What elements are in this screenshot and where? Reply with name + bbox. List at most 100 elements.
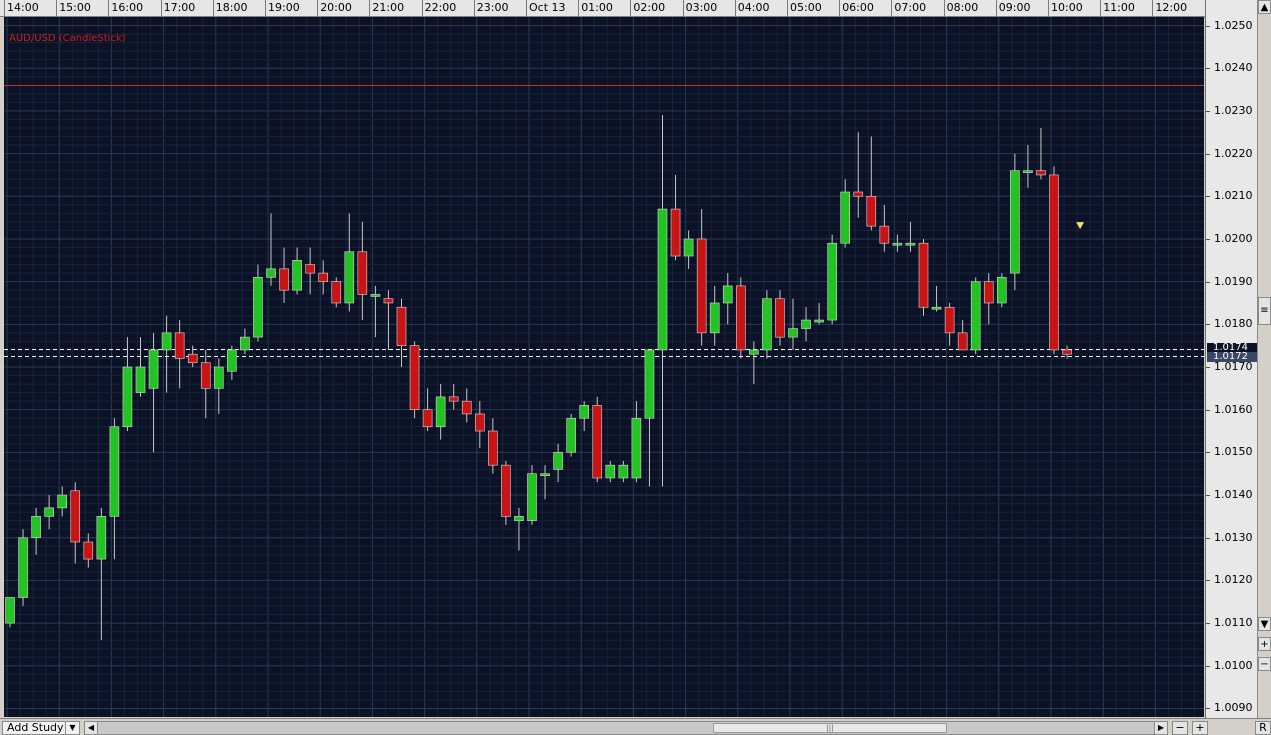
candle-up	[657, 208, 668, 351]
price-label: 1.0150	[1214, 445, 1253, 458]
zoom-out-button[interactable]: −	[1172, 721, 1188, 735]
candle-up	[814, 319, 824, 323]
price-tick	[1206, 666, 1210, 667]
time-tick	[891, 0, 893, 16]
price-tick	[1206, 495, 1210, 496]
scroll-left-button[interactable]: ◀	[84, 721, 98, 735]
price-tick	[1206, 239, 1210, 240]
price-tick	[1206, 26, 1210, 27]
candle-up	[788, 328, 798, 338]
time-label: 23:00	[476, 1, 509, 14]
candle-down	[735, 285, 746, 351]
price-label: 1.0160	[1214, 403, 1253, 416]
price-tick	[1206, 623, 1210, 624]
time-label: 10:00	[1051, 1, 1083, 14]
candle-up	[762, 298, 772, 351]
price-scroll-up-button[interactable]: ▲	[1258, 0, 1271, 14]
time-label: Oct 13	[529, 1, 566, 14]
candle-down	[670, 208, 681, 257]
time-tick	[1100, 0, 1102, 16]
price-label: 1.0180	[1214, 317, 1253, 330]
candle-up	[161, 332, 172, 351]
candle-up	[5, 597, 15, 624]
candle-up	[540, 473, 550, 477]
reset-button[interactable]: R	[1255, 721, 1271, 735]
candlestick-chart[interactable]	[4, 17, 1204, 717]
price-tick	[1206, 154, 1210, 155]
chart-plot-area[interactable]: AUD/USD (CandleStick)	[4, 17, 1204, 717]
candle-up	[292, 259, 302, 291]
time-label: 04:00	[737, 1, 770, 14]
candle-down	[1036, 170, 1046, 176]
time-label: 08:00	[946, 1, 979, 14]
add-study-dropdown[interactable]: Add Study ▼	[2, 721, 80, 735]
time-tick	[56, 0, 58, 16]
price-tick	[1206, 324, 1210, 325]
candle-up	[253, 277, 263, 338]
candle-down	[853, 191, 864, 197]
price-zoom-in-button[interactable]: +	[1258, 637, 1271, 651]
time-label: 18:00	[215, 1, 248, 14]
candle-up	[109, 426, 120, 517]
candle-up	[905, 242, 916, 246]
candle-down	[474, 413, 485, 432]
time-label: 06:00	[842, 1, 874, 14]
time-label: 02:00	[633, 1, 666, 14]
candle-down	[918, 242, 929, 308]
time-tick	[160, 0, 162, 16]
time-tick	[108, 0, 110, 16]
candle-up	[31, 516, 41, 539]
candle-up	[840, 191, 851, 244]
price-scroll-down-button[interactable]: ▼	[1258, 617, 1271, 631]
dropdown-arrow-icon[interactable]: ▼	[65, 722, 79, 734]
price-axis[interactable]: 1.0250 1.0240 1.0230 1.0220 1.0210 1.0200 1.01…	[1205, 0, 1258, 718]
time-scroll-thumb[interactable]: |||	[713, 723, 947, 733]
arrow-down-icon: ▼	[1260, 619, 1269, 630]
candle-up	[514, 516, 524, 521]
candle-up	[996, 277, 1007, 304]
price-label: 1.0140	[1214, 488, 1253, 501]
price-label: 1.0100	[1214, 659, 1253, 672]
candle-up	[749, 349, 759, 355]
candle-up	[722, 285, 733, 304]
candle-up	[683, 238, 694, 257]
candle-up	[214, 366, 224, 389]
time-tick	[265, 0, 266, 16]
price-label: 1.0190	[1214, 275, 1253, 288]
candle-down	[422, 409, 433, 428]
price-tick	[1206, 538, 1210, 539]
price-tick	[1206, 282, 1210, 283]
candle-down	[696, 238, 707, 334]
candle-down	[1062, 349, 1072, 355]
time-tick	[682, 0, 684, 16]
candle-down	[501, 464, 511, 517]
candle-up	[344, 251, 355, 304]
time-tick	[839, 0, 841, 16]
time-scrollbar[interactable]: ◀ ||| ▶	[84, 721, 1168, 735]
candle-up	[579, 405, 590, 419]
time-tick	[473, 0, 475, 16]
price-label: 1.0120	[1214, 573, 1253, 586]
scroll-right-button[interactable]: ▶	[1154, 721, 1168, 735]
zoom-in-button[interactable]: +	[1192, 721, 1208, 735]
time-tick	[630, 0, 632, 16]
time-tick	[943, 0, 945, 16]
bottom-toolbar: Add Study ▼ ◀ ||| ▶ − + R	[0, 718, 1271, 735]
price-scroll-thumb[interactable]: ≡	[1258, 297, 1271, 325]
candle-up	[970, 281, 981, 351]
candle-up	[644, 349, 655, 419]
time-label: 15:00	[59, 1, 91, 14]
time-label: 16:00	[111, 1, 144, 14]
time-label: 05:00	[790, 1, 822, 14]
candle-down	[866, 195, 877, 227]
candle-down	[83, 541, 94, 560]
time-label: 20:00	[320, 1, 352, 14]
candle-up	[148, 349, 159, 389]
time-tick	[787, 0, 788, 16]
price-zoom-out-button[interactable]: −	[1258, 657, 1271, 671]
secondary-price-label: 1.0172	[1207, 352, 1257, 362]
price-label: 1.0210	[1214, 189, 1253, 202]
price-label: 1.0230	[1214, 104, 1253, 117]
arrow-right-icon: ▶	[1157, 723, 1165, 732]
price-label: 1.0220	[1214, 147, 1253, 160]
